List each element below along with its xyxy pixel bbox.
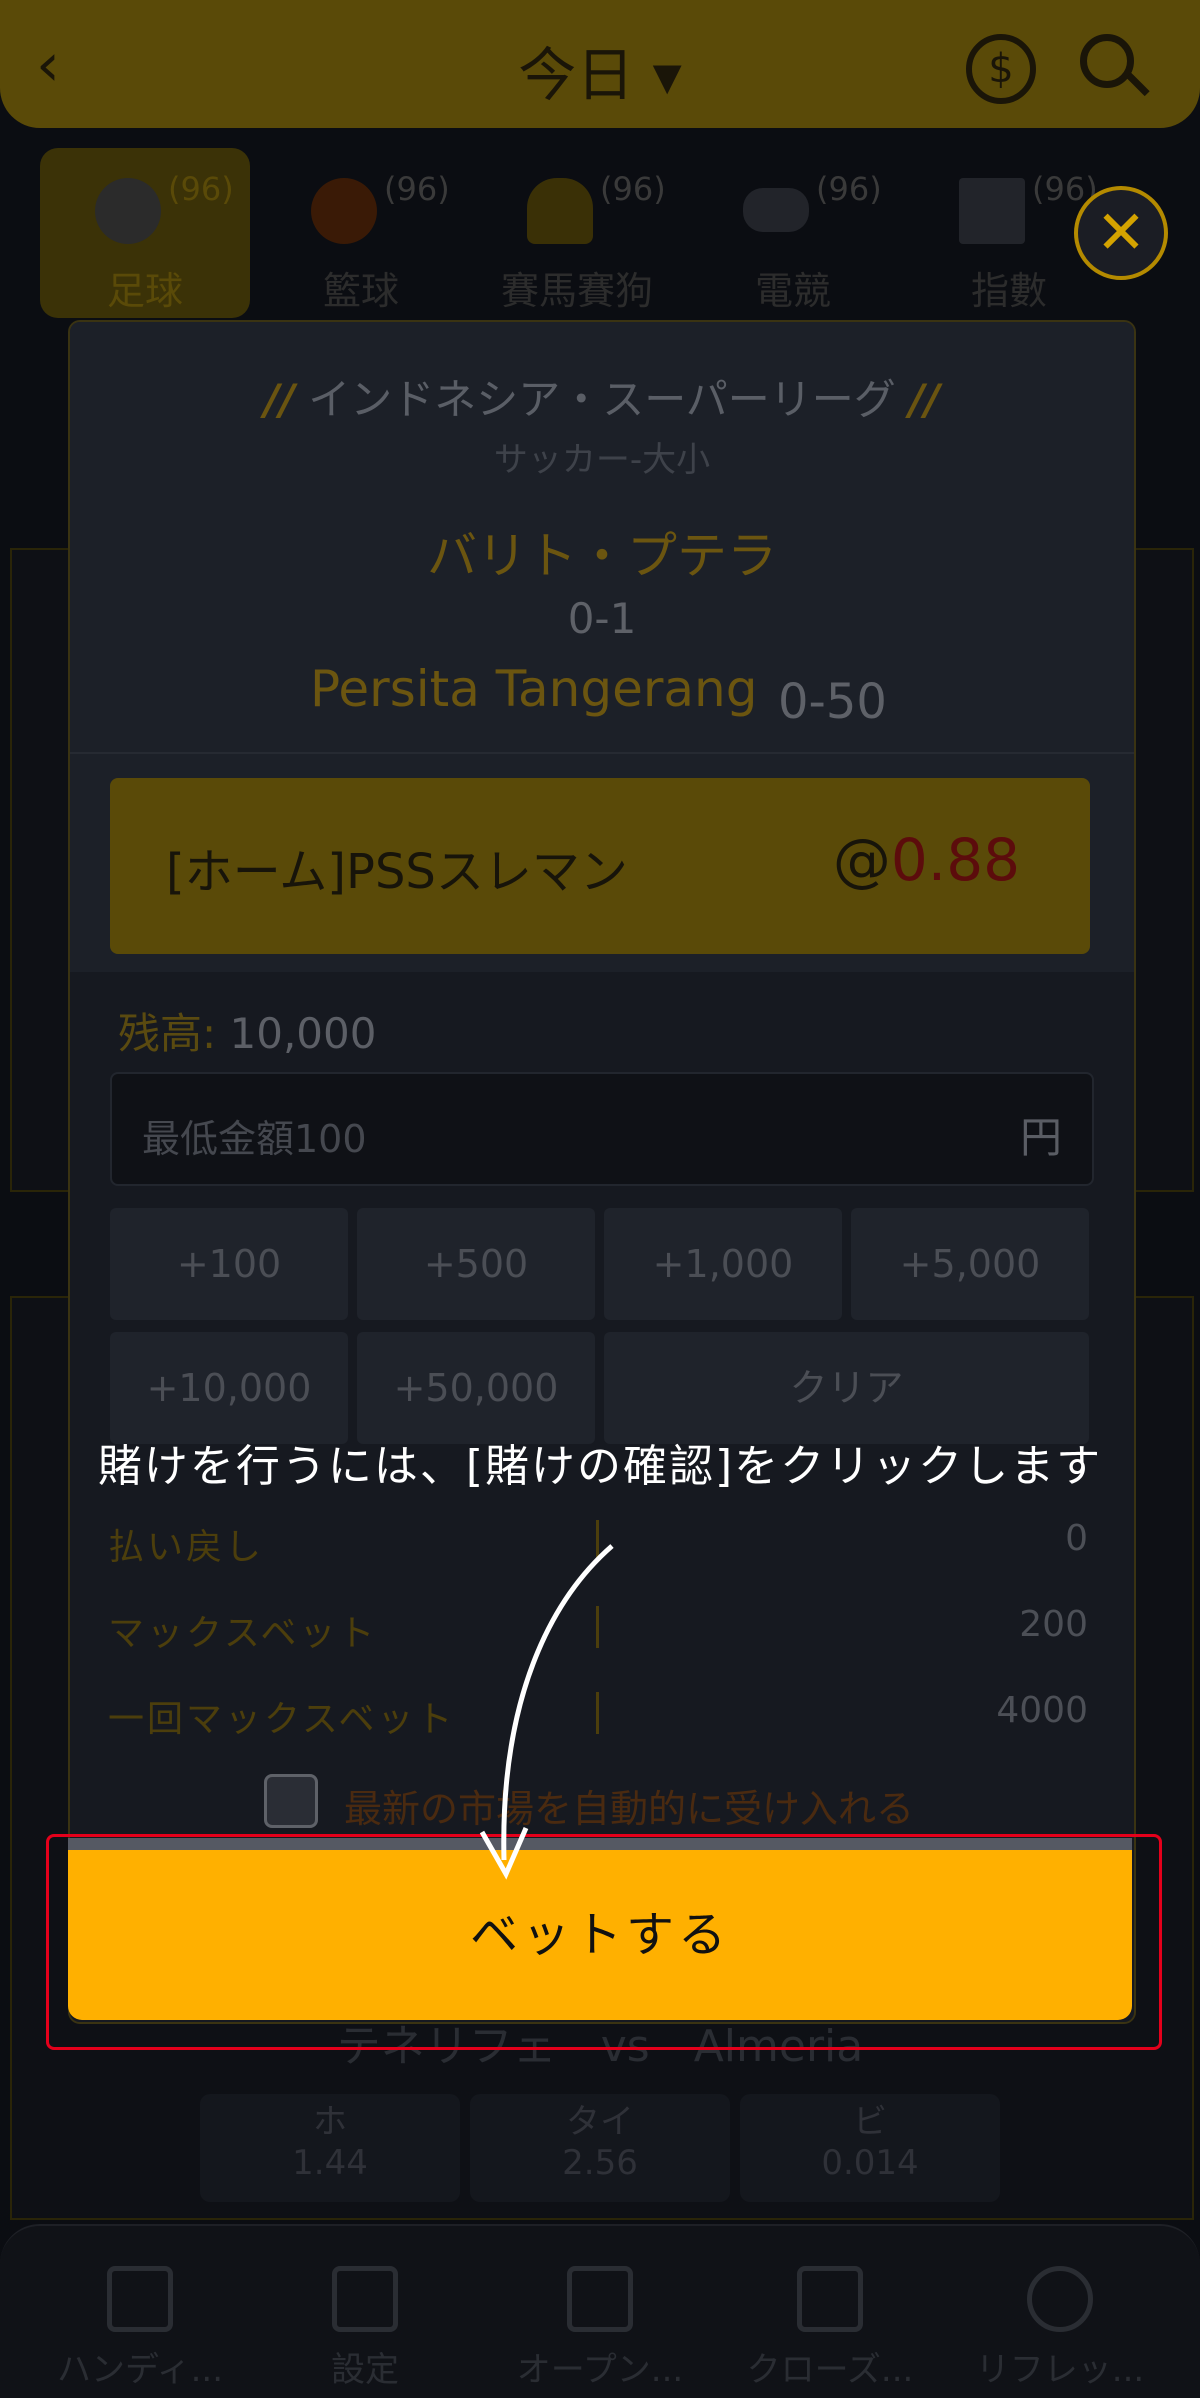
nav-label: クローズ...: [746, 2350, 914, 2390]
open-bets-icon: [567, 2266, 633, 2332]
sport-tabs: (96) 足球 (96) 籃球 (96) 賽馬賽狗 (96) 電競 (96) 指…: [0, 148, 1200, 318]
line-score: 0-50: [778, 674, 887, 730]
tab-soccer[interactable]: (96) 足球: [40, 148, 250, 318]
search-icon[interactable]: [1080, 34, 1134, 88]
odds-label: ビ: [853, 2102, 887, 2142]
balance-label: 残高:: [118, 1009, 217, 1058]
info-label: マックスベット: [108, 1613, 378, 1654]
odds-cell[interactable]: タイ 2.56: [470, 2094, 730, 2202]
nav-settings[interactable]: 設定: [265, 2266, 465, 2391]
score: 0-1: [567, 594, 637, 643]
nav-label: ハンディ...: [56, 2350, 224, 2390]
info-value: 4000: [996, 1690, 1088, 1731]
quick-add-button[interactable]: +500: [357, 1208, 595, 1320]
currency-label: 円: [1019, 1113, 1062, 1162]
balance-value: 10,000: [229, 1009, 377, 1058]
odds-value: 0.014: [821, 2143, 919, 2183]
odds-label: ホ: [313, 2102, 347, 2142]
nav-label: リフレッ...: [975, 2350, 1145, 2390]
quick-add-button[interactable]: +5,000: [851, 1208, 1089, 1320]
closed-bets-icon: [797, 2266, 863, 2332]
league-title: // インドネシア・スーパーリーグ //: [264, 375, 940, 424]
odds-value: 1.44: [292, 2143, 368, 2183]
tab-count: (96): [600, 170, 666, 208]
nav-open[interactable]: オープン...: [500, 2266, 700, 2391]
selected-pick: [ホーム]PSSスレマン @0.88: [110, 778, 1090, 954]
tab-label: 指數: [970, 269, 1047, 313]
tab-label: 籃球: [322, 269, 399, 313]
odds-value: 0.88: [890, 826, 1020, 894]
odds-cell[interactable]: ビ 0.014: [740, 2094, 1000, 2202]
dollar-coin-icon[interactable]: $: [966, 34, 1036, 104]
clear-button[interactable]: クリア: [604, 1332, 1089, 1444]
info-value: 200: [1019, 1604, 1088, 1645]
divider: [70, 752, 1134, 754]
tab-racing[interactable]: (96) 賽馬賽狗: [472, 148, 682, 318]
close-icon[interactable]: ✕: [1074, 186, 1168, 280]
tutorial-arrow-icon: [479, 1544, 614, 1880]
edit-icon: [332, 2266, 398, 2332]
auto-accept-checkbox[interactable]: [264, 1774, 318, 1828]
odds-label: タイ: [566, 2102, 634, 2142]
nav-closed[interactable]: クローズ...: [730, 2266, 930, 2391]
tutorial-hint: 賭けを行うには、[賭けの確認]をクリックします: [97, 1441, 1103, 1492]
nav-label: 設定: [331, 2350, 399, 2390]
tab-label: 電競: [754, 269, 831, 313]
home-team: バリト・プテラ: [427, 527, 777, 585]
pick-odds: @0.88: [833, 826, 1020, 894]
nav-handicap[interactable]: ハンディ...: [40, 2266, 240, 2391]
info-label: 払い戻し: [108, 1527, 265, 1568]
quick-add-button[interactable]: +100: [110, 1208, 348, 1320]
info-value: 0: [1065, 1518, 1088, 1559]
stake-placeholder: 最低金額100: [142, 1117, 367, 1161]
tab-count: (96): [168, 170, 234, 208]
tab-basketball[interactable]: (96) 籃球: [256, 148, 466, 318]
quick-add-button[interactable]: +50,000: [357, 1332, 595, 1444]
tab-count: (96): [384, 170, 450, 208]
nav-label: オープン...: [516, 2350, 684, 2390]
bookmark-icon: [107, 2266, 173, 2332]
odds-cell[interactable]: ホ 1.44: [200, 2094, 460, 2202]
soccer-ball-icon: [95, 178, 161, 244]
tab-esports[interactable]: (96) 電競: [688, 148, 898, 318]
odds-at: @: [832, 826, 891, 894]
bet-slip-header: // インドネシア・スーパーリーグ // サッカー-大小 バリト・プテラ 0-1…: [70, 322, 1134, 954]
market-subtitle: サッカー-大小: [493, 440, 711, 480]
horseshoe-icon: [527, 178, 593, 244]
quick-add-button[interactable]: +1,000: [604, 1208, 842, 1320]
quick-add-button[interactable]: +10,000: [110, 1332, 348, 1444]
refresh-icon: [1027, 2266, 1093, 2332]
nav-refresh[interactable]: リフレッ...: [960, 2266, 1160, 2391]
tab-label: 賽馬賽狗: [500, 269, 653, 313]
top-bar: ‹ 今日 ▾ $: [0, 0, 1200, 128]
stake-input[interactable]: 最低金額100 円: [110, 1072, 1094, 1186]
gamepad-icon: [743, 188, 809, 232]
tab-count: (96): [816, 170, 882, 208]
bottom-navigation: ハンディ... 設定 オープン... クローズ... リフレッ...: [0, 2224, 1200, 2398]
info-label: 一回マックスベット: [108, 1699, 456, 1740]
pick-selection: [ホーム]PSSスレマン: [166, 844, 628, 900]
tab-label: 足球: [106, 269, 183, 313]
basketball-icon: [311, 178, 377, 244]
index-chart-icon: [959, 178, 1025, 244]
balance: 残高: 10,000: [118, 1000, 376, 1061]
away-team: Persita Tangerang: [310, 660, 758, 718]
league-name: インドネシア・スーパーリーグ: [308, 375, 896, 424]
odds-value: 2.56: [562, 2143, 638, 2183]
